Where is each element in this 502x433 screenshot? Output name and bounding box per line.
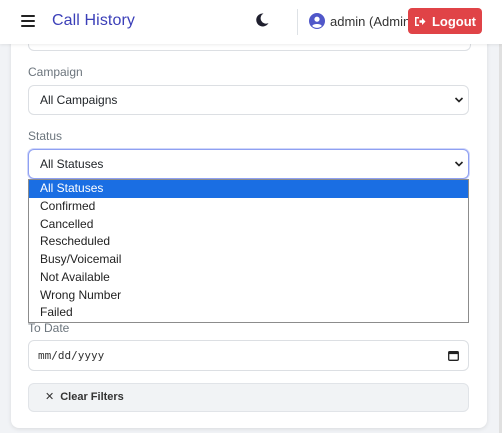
to-date-label: To Date — [28, 321, 70, 335]
clear-filters-button[interactable]: ✕ Clear Filters — [28, 383, 469, 412]
campaign-select-value: All Campaigns — [40, 93, 118, 107]
to-date-placeholder: mm/dd/yyyy — [38, 349, 105, 362]
logout-label: Logout — [431, 13, 477, 29]
status-option-rescheduled[interactable]: Rescheduled — [29, 233, 468, 251]
status-select-value: All Statuses — [40, 157, 104, 171]
status-select[interactable]: All Statuses — [28, 149, 469, 179]
logout-button[interactable]: Logout — [408, 8, 482, 34]
status-option-all-statuses[interactable]: All Statuses — [29, 180, 468, 198]
user-name[interactable]: admin (Admin) — [330, 14, 415, 29]
status-label: Status — [28, 129, 63, 143]
chevron-down-icon — [454, 161, 464, 167]
chevron-down-icon — [454, 97, 464, 103]
top-header: Call History admin (Admin) Logout — [0, 0, 502, 44]
status-option-not-available[interactable]: Not Available — [29, 269, 468, 287]
status-option-wrong-number[interactable]: Wrong Number — [29, 287, 468, 305]
status-option-busy-voicemail[interactable]: Busy/Voicemail — [29, 251, 468, 269]
sign-out-icon — [414, 16, 426, 26]
status-option-cancelled[interactable]: Cancelled — [29, 216, 468, 234]
campaign-select[interactable]: All Campaigns — [28, 85, 469, 115]
calendar-icon[interactable] — [448, 350, 459, 361]
x-icon: ✕ — [45, 391, 55, 403]
page-title: Call History — [52, 12, 135, 29]
to-date-input[interactable]: mm/dd/yyyy — [28, 340, 469, 371]
status-option-failed[interactable]: Failed — [29, 304, 468, 322]
hamburger-icon[interactable] — [21, 14, 35, 28]
clear-filters-label: Clear Filters — [60, 391, 124, 403]
status-option-confirmed[interactable]: Confirmed — [29, 198, 468, 216]
moon-icon[interactable] — [254, 12, 270, 28]
status-dropdown-list: All Statuses Confirmed Cancelled Resched… — [28, 179, 469, 323]
header-divider — [297, 9, 298, 35]
campaign-label: Campaign — [28, 65, 83, 79]
user-circle-icon[interactable] — [309, 13, 325, 29]
